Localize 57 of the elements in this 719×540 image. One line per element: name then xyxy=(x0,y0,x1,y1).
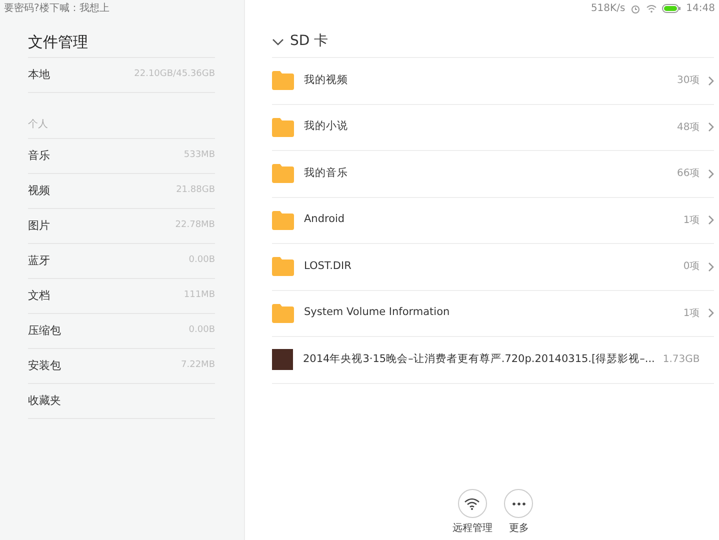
chevron-right-icon xyxy=(708,215,714,226)
file-info: 30项 xyxy=(676,74,700,88)
chevron-right-icon xyxy=(708,168,714,179)
alarm-icon xyxy=(630,4,642,14)
category-item[interactable]: 压缩包 xyxy=(28,322,61,340)
folder-icon xyxy=(272,71,294,90)
folder-icon xyxy=(272,257,294,276)
wifi-signal-icon xyxy=(646,4,658,13)
file-name[interactable]: 我的音乐 xyxy=(304,166,348,182)
category-item[interactable]: 收藏夹 xyxy=(28,392,61,410)
file-name[interactable]: Android xyxy=(304,212,345,228)
file-name[interactable]: LOST.DIR xyxy=(304,258,352,275)
chevron-right-icon xyxy=(708,122,714,132)
category-item[interactable]: 音乐 xyxy=(28,148,50,164)
wifi-icon xyxy=(464,497,480,510)
category-size: 0.00B xyxy=(188,254,215,268)
file-info: 1项 xyxy=(682,214,700,228)
category-size: 533MB xyxy=(184,149,215,162)
folder-icon xyxy=(272,304,294,323)
notification-text: 要密码?楼下喊：我想上 xyxy=(4,2,110,16)
folder-icon xyxy=(272,164,294,184)
category-item[interactable]: 图片 xyxy=(28,218,50,234)
category-size: 0.00B xyxy=(188,324,215,338)
more-icon xyxy=(512,502,526,506)
battery-icon xyxy=(662,4,682,13)
category-size: 111MB xyxy=(184,289,215,302)
file-info: 66项 xyxy=(676,167,700,182)
file-info: 48项 xyxy=(676,120,700,135)
chevron-right-icon xyxy=(708,262,714,272)
category-item[interactable]: 文档 xyxy=(28,288,50,304)
page-title: 文件管理 xyxy=(28,26,215,58)
file-info: 1项 xyxy=(682,306,700,321)
section-label: 个人 xyxy=(28,118,48,132)
file-name[interactable]: 我的小说 xyxy=(304,119,348,136)
action-button[interactable]: 远程管理 xyxy=(452,489,492,536)
folder-icon xyxy=(272,210,294,230)
category-item[interactable]: 安装包 xyxy=(28,358,61,374)
chevron-down-icon xyxy=(272,38,284,46)
storage-usage: 22.10GB/45.36GB xyxy=(134,68,215,82)
network-speed: 518K/s xyxy=(590,2,626,16)
file-info: 1.73GB xyxy=(662,353,700,368)
file-info: 0项 xyxy=(682,260,700,274)
category-size: 22.78MB xyxy=(175,219,215,232)
storage-label[interactable]: 本地 xyxy=(28,66,50,84)
folder-title: SD 卡 xyxy=(290,32,328,51)
file-name[interactable]: 我的视频 xyxy=(304,72,348,89)
chevron-right-icon xyxy=(708,308,714,318)
file-name[interactable]: 2014年央视3·15晚会–让消费者更有尊严.720p.20140315.[得瑟影视–... xyxy=(303,352,655,368)
category-item[interactable]: 蓝牙 xyxy=(28,252,50,270)
chevron-right-icon xyxy=(708,76,714,86)
category-item[interactable]: 视频 xyxy=(28,182,50,200)
file-name[interactable]: System Volume Information xyxy=(304,305,450,322)
video-thumbnail xyxy=(272,349,293,370)
category-size: 7.22MB xyxy=(181,359,215,372)
clock-time: 14:48 xyxy=(686,2,715,16)
folder-icon xyxy=(272,118,294,137)
category-size: 21.88GB xyxy=(176,184,215,198)
